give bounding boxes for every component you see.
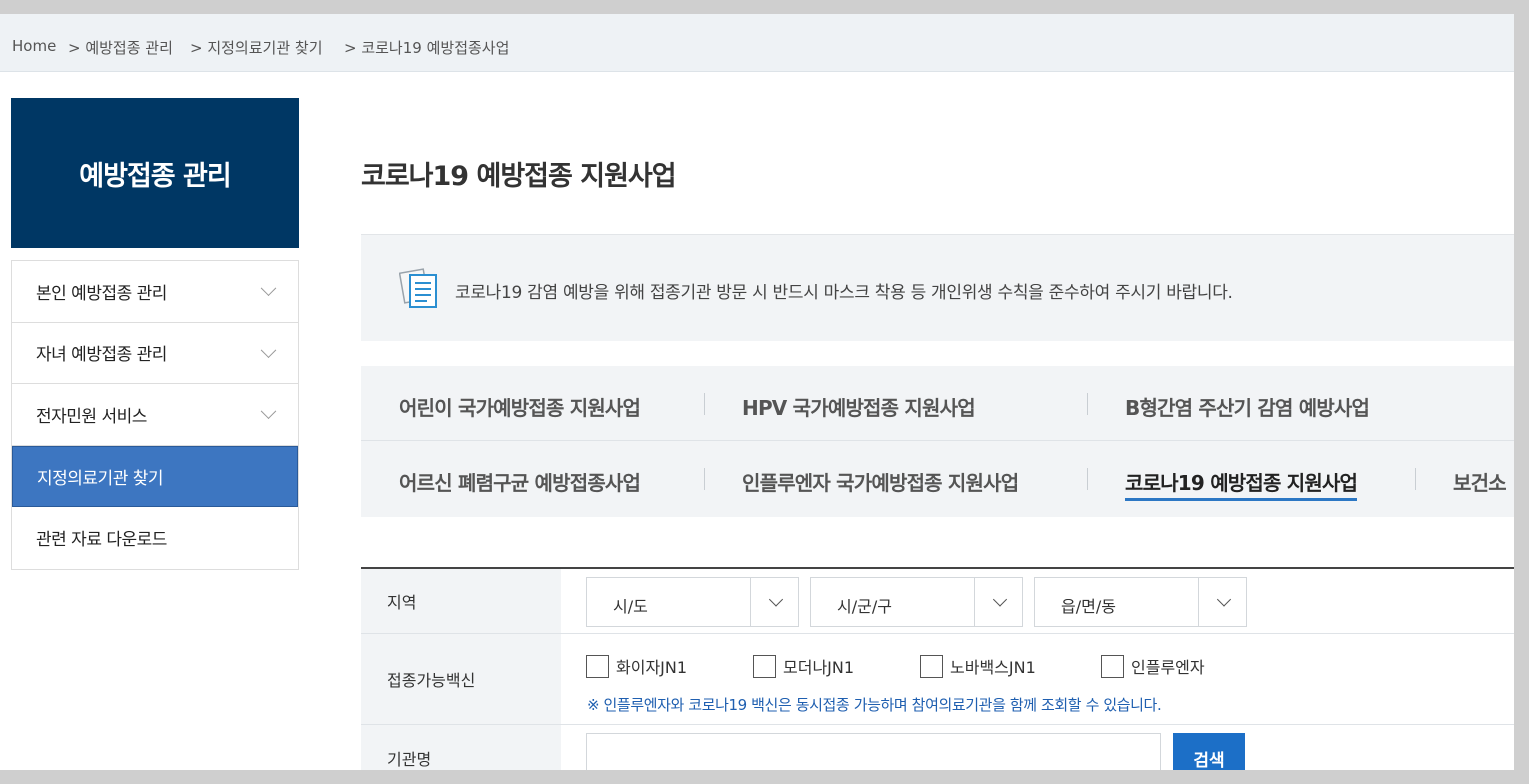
chevron-down-icon — [768, 592, 784, 607]
eupmyeondong-value: 읍/면/동 — [1061, 597, 1116, 616]
breadcrumb-item[interactable]: > 코로나19 예방접종사업 — [344, 37, 509, 58]
tab-hepatitis-b[interactable]: B형간염 주산기 감염 예방사업 — [1125, 392, 1370, 421]
breadcrumb-item[interactable]: > 지정의료기관 찾기 — [190, 37, 323, 58]
checkbox[interactable] — [586, 654, 609, 678]
vaccine-checkbox-moderna[interactable]: 모더나JN1 — [753, 654, 854, 678]
breadcrumb-home[interactable]: Home — [12, 37, 56, 55]
sido-value: 시/도 — [613, 597, 648, 616]
select-arrow — [974, 578, 1022, 626]
select-arrow — [1198, 578, 1246, 626]
program-tabs: 어린이 국가예방접종 지원사업 HPV 국가예방접종 지원사업 B형간염 주산기… — [361, 366, 1514, 517]
checkbox[interactable] — [920, 654, 943, 678]
sigungu-select[interactable]: 시/군/구 — [810, 577, 1023, 627]
checkbox-label: 노바백스JN1 — [950, 658, 1036, 677]
vaccine-checkbox-pfizer[interactable]: 화이자JN1 — [586, 654, 687, 678]
select-arrow — [750, 578, 798, 626]
tab-divider — [704, 468, 705, 490]
vaccine-label: 접종가능백신 — [361, 634, 561, 724]
tab-divider — [1087, 468, 1088, 490]
checkbox-label: 화이자JN1 — [616, 658, 688, 677]
document-icon — [399, 268, 437, 308]
sidebar-title: 예방접종 관리 — [11, 98, 299, 248]
chevron-down-icon — [260, 403, 277, 420]
search-button[interactable]: 검색 — [1173, 733, 1245, 770]
chevron-down-icon — [992, 592, 1008, 607]
tab-row: 어르신 폐렴구균 예방접종사업 인플루엔자 국가예방접종 지원사업 코로나19 … — [361, 441, 1514, 516]
chevron-down-icon — [260, 342, 277, 358]
sidebar-item-label: 관련 자료 다운로드 — [36, 530, 167, 551]
notice-text: 코로나19 감염 예방을 위해 접종기관 방문 시 반드시 마스크 착용 등 개… — [455, 283, 1233, 303]
region-row: 지역 시/도 시/군/구 읍/면/동 — [361, 569, 1514, 634]
tab-covid19[interactable]: 코로나19 예방접종 지원사업 — [1125, 467, 1358, 501]
tab-divider — [1415, 468, 1416, 490]
sidebar-item-label: 전자민원 서비스 — [36, 406, 147, 427]
search-form: 지역 시/도 시/군/구 읍/면/동 접종가능백신 화이자JN1 모더나JN1 … — [361, 567, 1514, 770]
notice-box: 코로나19 감염 예방을 위해 접종기관 방문 시 반드시 마스크 착용 등 개… — [361, 234, 1514, 341]
chevron-down-icon — [260, 280, 277, 297]
sidebar-menu: 본인 예방접종 관리 자녀 예방접종 관리 전자민원 서비스 지정의료기관 찾기… — [11, 260, 299, 570]
vaccine-row: 접종가능백신 화이자JN1 모더나JN1 노바백스JN1 인플루엔자 ※ 인플루… — [361, 634, 1514, 725]
tab-row: 어린이 국가예방접종 지원사업 HPV 국가예방접종 지원사업 B형간염 주산기… — [361, 366, 1514, 441]
tab-hpv-vaccination[interactable]: HPV 국가예방접종 지원사업 — [742, 392, 976, 421]
page-title: 코로나19 예방접종 지원사업 — [361, 161, 677, 192]
page: Home > 예방접종 관리 > 지정의료기관 찾기 > 코로나19 예방접종사… — [0, 14, 1514, 770]
region-label: 지역 — [361, 569, 561, 633]
tab-health-center[interactable]: 보건소 — [1453, 467, 1507, 496]
institution-name-input[interactable] — [586, 733, 1161, 770]
chevron-down-icon — [1216, 592, 1232, 607]
sidebar-item-self-vaccination[interactable]: 본인 예방접종 관리 — [12, 261, 298, 323]
tab-influenza[interactable]: 인플루엔자 국가예방접종 지원사업 — [742, 467, 1019, 496]
sido-select[interactable]: 시/도 — [586, 577, 799, 627]
eupmyeondong-select[interactable]: 읍/면/동 — [1034, 577, 1247, 627]
breadcrumb-item[interactable]: > 예방접종 관리 — [68, 37, 173, 58]
checkbox[interactable] — [1101, 654, 1124, 678]
vaccine-checkbox-influenza[interactable]: 인플루엔자 — [1101, 654, 1205, 678]
sigungu-value: 시/군/구 — [837, 597, 892, 616]
sidebar-item-child-vaccination[interactable]: 자녀 예방접종 관리 — [12, 323, 298, 384]
name-row: 기관명 검색 — [361, 725, 1514, 770]
tab-child-vaccination[interactable]: 어린이 국가예방접종 지원사업 — [399, 392, 641, 421]
checkbox[interactable] — [753, 654, 776, 678]
sidebar-item-find-institution[interactable]: 지정의료기관 찾기 — [12, 445, 298, 507]
breadcrumb: Home > 예방접종 관리 > 지정의료기관 찾기 > 코로나19 예방접종사… — [0, 14, 1514, 72]
sidebar-item-label: 본인 예방접종 관리 — [36, 283, 167, 304]
sidebar-item-label: 지정의료기관 찾기 — [37, 468, 164, 489]
sidebar-item-label: 자녀 예방접종 관리 — [36, 345, 167, 366]
tab-senior-pneumococcal[interactable]: 어르신 폐렴구균 예방접종사업 — [399, 467, 641, 496]
sidebar-item-e-civil-service[interactable]: 전자민원 서비스 — [12, 384, 298, 446]
tab-divider — [704, 393, 705, 415]
sidebar-item-download[interactable]: 관련 자료 다운로드 — [12, 507, 298, 569]
vaccine-checkbox-novavax[interactable]: 노바백스JN1 — [920, 654, 1036, 678]
checkbox-label: 인플루엔자 — [1131, 658, 1205, 677]
tab-divider — [1087, 393, 1088, 415]
checkbox-label: 모더나JN1 — [783, 658, 855, 677]
vaccine-note: ※ 인플루엔자와 코로나19 백신은 동시접종 가능하며 참여의료기관을 함께 … — [587, 696, 1162, 714]
name-label: 기관명 — [361, 725, 561, 770]
